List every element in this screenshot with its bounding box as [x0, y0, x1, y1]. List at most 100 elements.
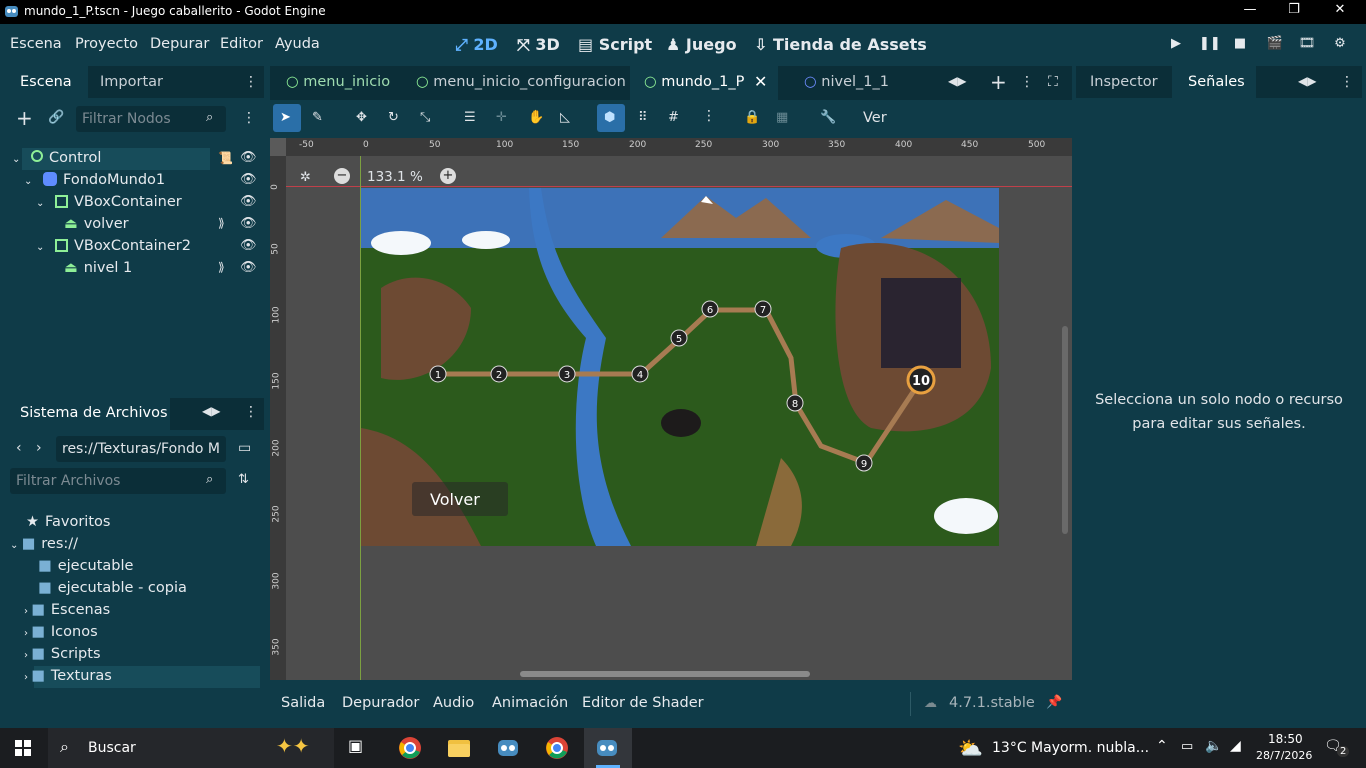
tab-debugger[interactable]: Depurador: [342, 695, 419, 711]
grid-icon[interactable]: #: [668, 110, 679, 125]
scene-options-icon[interactable]: ⋮: [242, 110, 256, 126]
list-select-icon[interactable]: ☰: [464, 110, 476, 125]
move-mode-icon[interactable]: ✥: [356, 110, 367, 125]
version-label[interactable]: 4.7.1.stable: [949, 695, 1035, 711]
pin-icon[interactable]: 📌: [1046, 695, 1062, 710]
wifi-icon[interactable]: ◢: [1230, 738, 1241, 754]
link-icon[interactable]: 🔗: [48, 110, 64, 125]
weather-icon[interactable]: ⛅: [958, 736, 983, 760]
tab-nivel-1-1[interactable]: ○ nivel_1_1: [804, 74, 889, 90]
tab-audio[interactable]: Audio: [433, 695, 474, 711]
rotate-mode-icon[interactable]: ↻: [388, 110, 399, 125]
windows-start-icon[interactable]: [15, 740, 31, 756]
visibility-eye-icon[interactable]: 👁: [240, 172, 257, 187]
sort-icon[interactable]: ⇅: [238, 472, 249, 487]
zoom-level[interactable]: 133.1 %: [367, 169, 423, 185]
center-view-icon[interactable]: ✲: [300, 170, 311, 185]
filter-files-input[interactable]: Filtrar Archivos ⌕: [10, 468, 226, 494]
menu-editor[interactable]: Editor: [220, 36, 263, 52]
menu-help[interactable]: Ayuda: [275, 36, 320, 52]
visibility-eye-icon[interactable]: 👁: [240, 150, 257, 165]
menu-debug[interactable]: Depurar: [150, 36, 209, 52]
view-menu[interactable]: Ver: [863, 110, 887, 126]
pivot-icon[interactable]: ✛: [496, 110, 507, 125]
chrome-icon[interactable]: [545, 736, 569, 760]
skeleton-icon[interactable]: 🔧: [820, 110, 836, 125]
split-view-icon[interactable]: ▭: [238, 440, 251, 456]
clock-time[interactable]: 18:50: [1268, 732, 1303, 746]
tab-signals[interactable]: Señales: [1188, 74, 1245, 90]
close-window-button[interactable]: ✕: [1318, 2, 1362, 22]
forward-icon[interactable]: ›: [36, 440, 42, 456]
filter-nodes-input[interactable]: Filtrar Nodos ⌕: [76, 106, 226, 132]
back-icon[interactable]: ‹: [16, 440, 22, 456]
path-field[interactable]: res://Texturas/Fondo M: [56, 436, 226, 462]
menu-scene[interactable]: Escena: [10, 36, 62, 52]
visibility-eye-icon[interactable]: 👁: [240, 194, 257, 209]
workspace-game[interactable]: ♟ Juego: [666, 35, 737, 54]
chrome-icon[interactable]: [398, 736, 422, 760]
volume-icon[interactable]: 🔈: [1205, 738, 1222, 754]
select-mode-icon[interactable]: ➤: [280, 110, 291, 125]
workspace-script[interactable]: ▤ Script: [578, 35, 652, 54]
tab-scene[interactable]: Escena: [20, 74, 72, 90]
group-icon[interactable]: ▦: [776, 110, 788, 125]
taskbar-search[interactable]: ⌕ Buscar ✦✦: [48, 728, 334, 768]
godot-app-icon[interactable]: [595, 736, 619, 760]
add-node-icon[interactable]: +: [16, 106, 33, 130]
pause-icon[interactable]: ❚❚: [1199, 36, 1221, 54]
tree-node-vboxcontainer[interactable]: ⌄ VBoxContainer: [36, 194, 182, 216]
fs-folder-escenas[interactable]: › ■ Escenas: [24, 602, 110, 618]
fs-folder-iconos[interactable]: › ■ Iconos: [24, 624, 98, 640]
stop-icon[interactable]: ■: [1231, 36, 1249, 54]
fs-res-root[interactable]: ⌄ ■ res://: [10, 536, 78, 552]
volver-button[interactable]: Volver: [412, 482, 508, 516]
godot-app-icon[interactable]: [496, 736, 520, 760]
dock-arrows-icon[interactable]: ◀▶: [202, 404, 220, 418]
paint-mode-icon[interactable]: ✎: [312, 110, 323, 125]
menu-project[interactable]: Proyecto: [75, 36, 138, 52]
tab-output[interactable]: Salida: [281, 695, 325, 711]
play-icon[interactable]: ▶: [1167, 36, 1185, 54]
dock-menu-icon[interactable]: ⋮: [1340, 74, 1354, 90]
battery-icon[interactable]: ▭: [1181, 739, 1193, 754]
tab-mundo-1-p[interactable]: ○ mundo_1_P: [644, 74, 744, 90]
tree-node-control[interactable]: ⌄ Control: [12, 150, 101, 172]
close-tab-icon[interactable]: ✕: [754, 72, 767, 91]
smart-snap-icon[interactable]: ⬢: [604, 110, 615, 125]
snap-options-icon[interactable]: ⋮: [702, 108, 716, 124]
distraction-free-icon[interactable]: ⛶: [1048, 74, 1058, 90]
fs-folder-texturas[interactable]: › ■ Texturas: [24, 668, 112, 684]
visibility-eye-icon[interactable]: 👁: [240, 238, 257, 253]
scene-tabs-menu-icon[interactable]: ⋮: [1020, 74, 1034, 90]
tab-filesystem[interactable]: Sistema de Archivos: [20, 405, 168, 421]
signal-connected-icon[interactable]: ⟫: [218, 216, 225, 230]
lock-icon[interactable]: 🔒: [744, 110, 760, 125]
movie-maker-icon[interactable]: ⚙: [1331, 36, 1349, 54]
tree-node-fondomundo1[interactable]: ⌄ FondoMundo1: [24, 172, 165, 194]
fs-folder-ejecutable-copia[interactable]: ■ ejecutable - copia: [38, 580, 187, 596]
zoom-in-icon[interactable]: +: [440, 168, 456, 184]
tab-shader-editor[interactable]: Editor de Shader: [582, 695, 704, 711]
fs-folder-scripts[interactable]: › ■ Scripts: [24, 646, 101, 662]
workspace-asset-store[interactable]: ⇩ Tienda de Assets: [754, 35, 927, 54]
tab-import[interactable]: Importar: [100, 74, 163, 90]
weather-text[interactable]: 13°C Mayorm. nubla...: [992, 740, 1149, 756]
tab-menu-inicio-configuracion[interactable]: ○ menu_inicio_configuracion: [416, 74, 626, 90]
file-explorer-icon[interactable]: [447, 737, 471, 759]
signal-connected-icon[interactable]: ⟫: [218, 260, 225, 274]
viewport[interactable]: -50 0 50 100 150 200 250 300 350 400 450…: [270, 138, 1072, 680]
clock-date[interactable]: 28/7/2026: [1256, 749, 1312, 762]
fs-folder-ejecutable[interactable]: ■ ejecutable: [38, 558, 133, 574]
workspace-3d[interactable]: ⤧ 3D: [517, 35, 560, 55]
visibility-eye-icon[interactable]: 👁: [240, 216, 257, 231]
chevron-up-icon[interactable]: ⌃: [1156, 738, 1168, 754]
task-view-icon[interactable]: ▣: [348, 736, 374, 760]
workspace-2d[interactable]: ⤢ 2D: [455, 35, 498, 55]
grid-snap-icon[interactable]: ⠿: [638, 110, 648, 125]
tree-node-nivel-1[interactable]: ⏏ nivel 1: [64, 260, 132, 282]
scale-mode-icon[interactable]: ⤡: [420, 110, 430, 125]
dock-menu-icon[interactable]: ⋮: [244, 74, 258, 90]
script-attached-icon[interactable]: 📜: [218, 151, 233, 165]
tab-animation[interactable]: Animación: [492, 695, 568, 711]
